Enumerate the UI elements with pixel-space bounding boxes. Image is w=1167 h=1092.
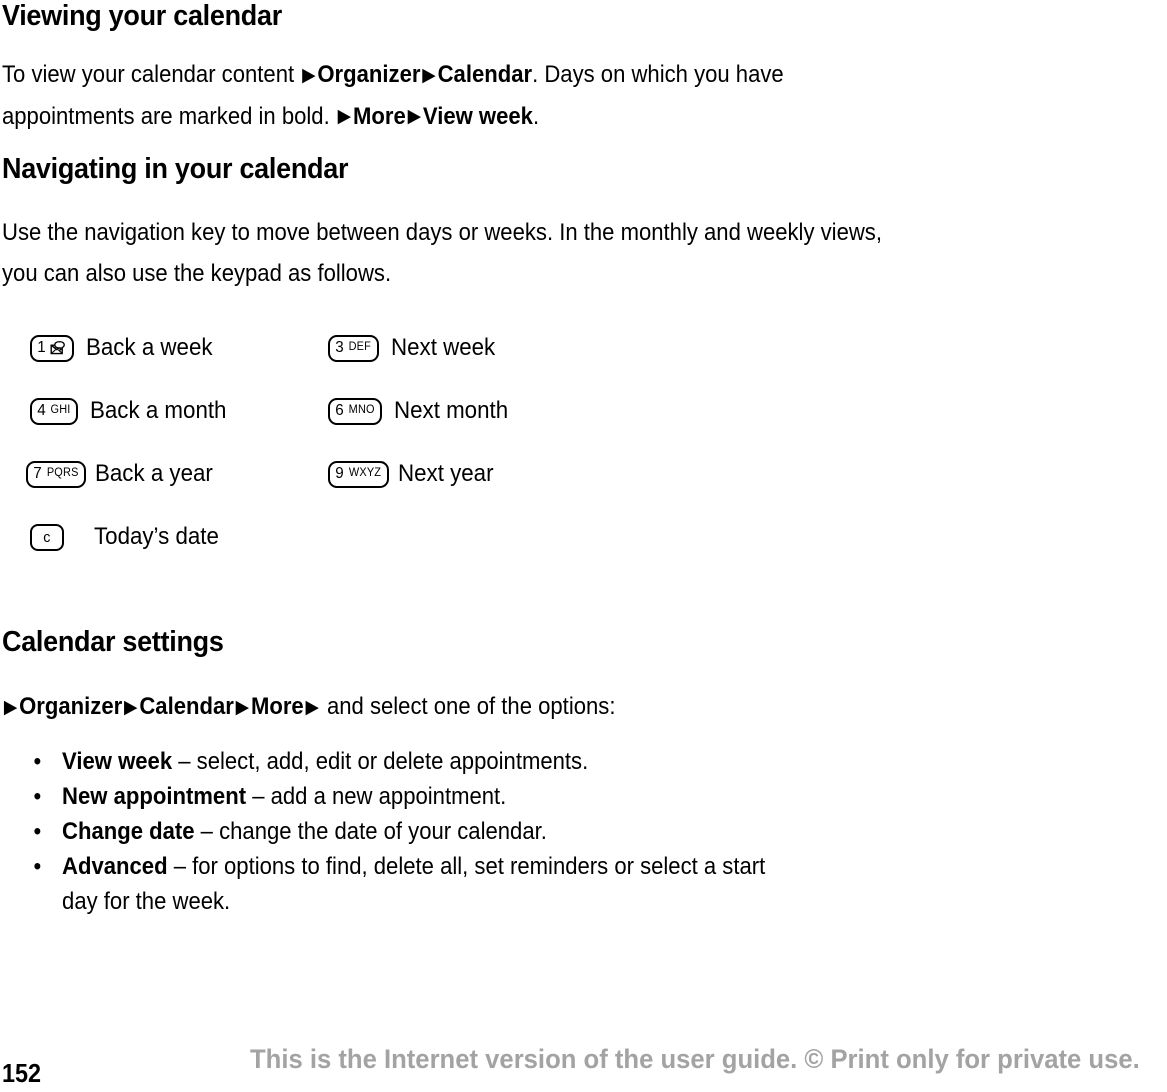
keypad-shortcut-next-week: 3 DEF Next week — [328, 330, 503, 366]
menu-term-more: More — [250, 693, 304, 720]
option-term: View week — [62, 748, 173, 775]
arrow-icon: ▶ — [407, 106, 422, 127]
arrow-icon: ▶ — [3, 696, 18, 718]
key-cap-1: 1 — [30, 334, 74, 362]
text-fragment: To view your calendar content — [2, 61, 301, 88]
paragraph-viewing-line2: appointments are marked in bold. ▶More▶V… — [2, 103, 539, 130]
key-letters: PQRS — [46, 467, 79, 480]
arrow-icon: ▶ — [305, 696, 320, 718]
option-dash: – — [172, 748, 197, 775]
bullet-icon: • — [33, 783, 42, 810]
arrow-icon: ▶ — [235, 696, 250, 718]
option-dash: – — [194, 818, 220, 845]
footer-notice: This is the Internet version of the user… — [250, 1044, 1140, 1074]
voicemail-icon — [50, 341, 67, 355]
menu-term-organizer: Organizer — [317, 61, 421, 88]
keypad-shortcut-back-a-month: 4 GHI Back a month — [30, 393, 237, 429]
calendar-settings-options-list: • View week – select, add, edit or delete… — [28, 744, 1028, 919]
keypad-shortcut-back-a-week: 1 Back a week — [30, 330, 222, 366]
key-digit: 4 — [37, 402, 46, 419]
list-item: • View week – select, add, edit or delete… — [28, 744, 948, 779]
option-dash: – — [167, 853, 193, 880]
manual-page: Viewing your calendar To view your calen… — [0, 0, 1167, 1092]
option-description: change the date of your calendar. — [219, 818, 547, 845]
option-term: Advanced — [62, 853, 168, 880]
bullet-icon: • — [33, 748, 42, 775]
key-letters: GHI — [50, 404, 71, 417]
option-description: add a new appointment. — [270, 783, 507, 810]
paragraph-calendar-settings-path: ▶Organizer▶Calendar▶More▶ and select one… — [2, 686, 616, 728]
option-description: select, add, edit or delete appointments… — [196, 748, 589, 775]
option-dash: – — [246, 783, 271, 810]
keypad-shortcut-next-month: 6 MNO Next month — [328, 393, 517, 429]
text-fragment: . Days on which you have — [532, 61, 784, 88]
menu-term-more: More — [352, 102, 406, 130]
option-term: Change date — [62, 818, 195, 845]
paragraph-viewing-line1: To view your calendar content ▶Organizer… — [2, 61, 784, 88]
arrow-icon: ▶ — [337, 106, 352, 127]
key-letters: DEF — [348, 341, 371, 354]
arrow-icon: ▶ — [422, 64, 436, 86]
bullet-icon: • — [33, 853, 42, 880]
paragraph-viewing: To view your calendar content ▶Organizer… — [2, 54, 784, 137]
key-cap-6: 6 MNO — [328, 397, 383, 425]
keypad-shortcut-label: Back a week — [85, 334, 213, 361]
paragraph-navigating-line2: you can also use the keypad as follows. — [2, 260, 392, 287]
keypad-shortcut-label: Next year — [397, 460, 494, 487]
key-digit: 7 — [33, 465, 42, 482]
key-cap-3: 3 DEF — [328, 334, 379, 362]
option-description-continuation: day for the week. — [62, 888, 231, 915]
key-letters: WXYZ — [348, 467, 382, 480]
key-cap-9: 9 WXYZ — [328, 460, 389, 488]
key-digit: 6 — [335, 402, 344, 419]
page-number: 152 — [2, 1058, 42, 1088]
key-digit: 1 — [37, 339, 46, 356]
key-digit: 3 — [335, 339, 344, 356]
keypad-shortcut-back-a-year: 7 PQRS Back a year — [26, 456, 222, 492]
text-fragment: and select one of the options: — [320, 693, 616, 720]
key-cap-clear: c — [30, 523, 64, 551]
arrow-icon: ▶ — [302, 64, 316, 86]
key-cap-7: 7 PQRS — [26, 460, 87, 488]
keypad-shortcut-label: Next month — [394, 397, 509, 424]
menu-term-view-week: View week — [422, 102, 533, 130]
key-digit: 9 — [335, 465, 344, 482]
menu-term-calendar: Calendar — [139, 693, 234, 720]
bullet-icon: • — [33, 818, 42, 845]
paragraph-navigating-line1: Use the navigation key to move between d… — [2, 219, 882, 246]
keypad-shortcut-todays-date: c Today’s date — [30, 519, 228, 555]
key-cap-4: 4 GHI — [30, 397, 78, 425]
table-row: 7 PQRS Back a year 9 WXYZ Next year — [0, 456, 760, 512]
list-item: • Change date – change the date of your c… — [28, 814, 948, 849]
page-title-calendar-settings: Calendar settings — [2, 626, 224, 658]
text-fragment: appointments are marked in bold. — [2, 102, 336, 130]
paragraph-navigating: Use the navigation key to move between d… — [2, 212, 882, 294]
page-title-navigating-in-your-calendar: Navigating in your calendar — [2, 153, 349, 185]
keypad-shortcut-next-year: 9 WXYZ Next year — [328, 456, 501, 492]
menu-term-calendar: Calendar — [437, 61, 533, 88]
option-description: for options to find, delete all, set rem… — [192, 853, 766, 880]
keypad-shortcut-label: Back a month — [89, 397, 227, 424]
list-item: • Advanced – for options to find, delete … — [28, 849, 948, 919]
menu-term-organizer: Organizer — [19, 693, 123, 720]
table-row: c Today’s date — [0, 519, 760, 575]
keypad-shortcut-label: Next week — [390, 334, 495, 361]
key-letters: MNO — [348, 404, 375, 417]
list-item: • New appointment – add a new appointment… — [28, 779, 948, 814]
keypad-shortcut-label: Back a year — [95, 460, 214, 487]
table-row: 4 GHI Back a month 6 MNO Next month — [0, 393, 760, 449]
table-row: 1 Back a week 3 DEF Next week — [0, 330, 760, 386]
page-title-viewing-your-calendar: Viewing your calendar — [2, 0, 282, 32]
text-fragment: . — [532, 102, 540, 130]
key-digit: c — [43, 528, 51, 546]
keypad-shortcut-label: Today’s date — [94, 523, 219, 550]
arrow-icon: ▶ — [124, 696, 138, 718]
option-term: New appointment — [62, 783, 247, 810]
